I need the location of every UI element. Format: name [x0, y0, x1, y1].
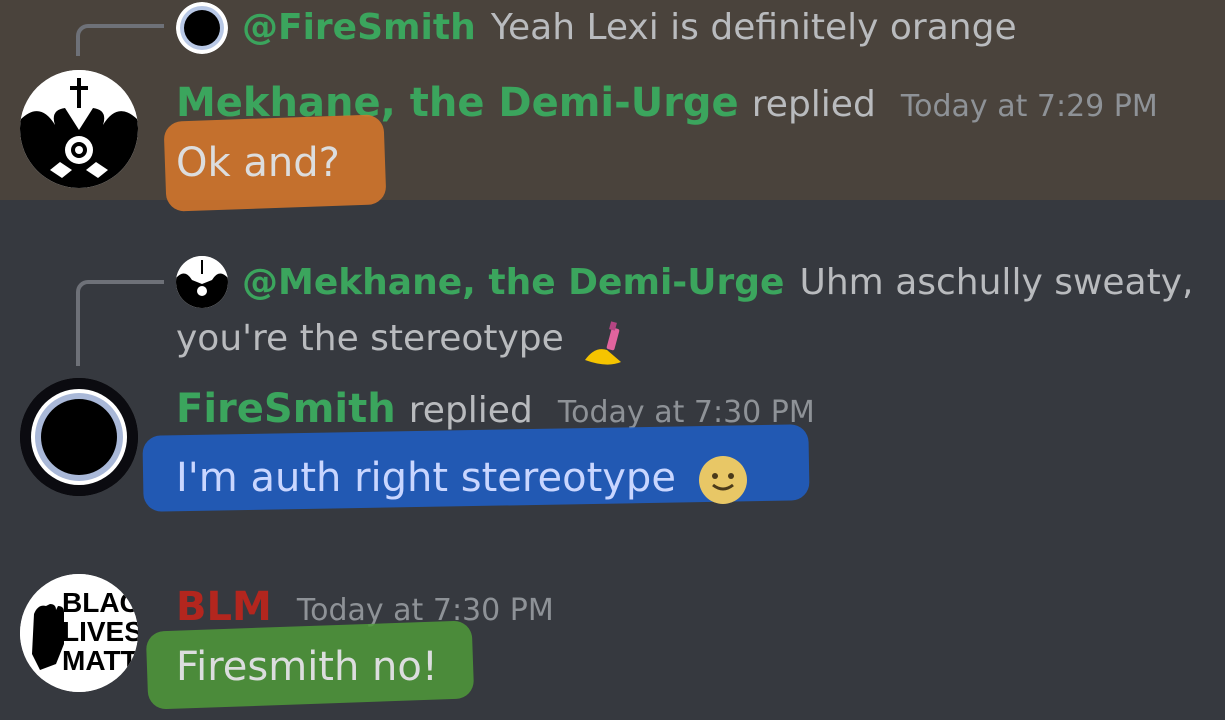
- mekhane-emblem-icon: [20, 70, 138, 188]
- smiling-face-icon: [697, 454, 749, 506]
- reply-preview-text: Yeah Lexi is definitely orange: [490, 7, 1017, 48]
- reply-mention[interactable]: @FireSmith: [242, 7, 476, 48]
- avatar-firesmith[interactable]: [20, 378, 138, 496]
- replied-label: replied: [408, 390, 533, 431]
- eclipse-icon: [176, 2, 228, 54]
- reply-preview[interactable]: @FireSmith Yeah Lexi is definitely orang…: [242, 7, 1017, 48]
- username-firesmith[interactable]: FireSmith: [176, 386, 396, 432]
- reply-preview-text-line1: Uhm aschully sweaty,: [799, 262, 1194, 303]
- replied-label: replied: [751, 84, 876, 125]
- reply-mention[interactable]: @Mekhane, the Demi-Urge: [242, 262, 784, 303]
- reply-preview-text-line2: you're the stereotype: [176, 318, 564, 359]
- reply-connector: [76, 24, 164, 56]
- nail-polish-icon: [577, 320, 629, 372]
- reply-avatar-mekhane[interactable]: [176, 256, 228, 308]
- username-blm[interactable]: BLM: [176, 584, 272, 630]
- avatar-mekhane[interactable]: [20, 70, 138, 188]
- mekhane-emblem-icon: [176, 256, 228, 308]
- avatar-text: BLACK LIVES MATTER: [62, 587, 138, 676]
- message-text: Firesmith no!: [176, 644, 438, 690]
- message-text: Ok and?: [176, 140, 340, 186]
- avatar-blm[interactable]: BLACK LIVES MATTER: [20, 574, 138, 692]
- message-text: I'm auth right stereotype: [176, 455, 676, 501]
- reply-avatar-firesmith[interactable]: [176, 2, 228, 54]
- reply-preview[interactable]: @Mekhane, the Demi-Urge Uhm aschully swe…: [242, 262, 1193, 303]
- message-text-row: I'm auth right stereotype: [176, 454, 749, 506]
- reply-preview-line2: you're the stereotype: [176, 318, 629, 372]
- timestamp[interactable]: Today at 7:29 PM: [901, 89, 1158, 124]
- eclipse-icon: [20, 378, 138, 496]
- reply-connector: [76, 280, 164, 366]
